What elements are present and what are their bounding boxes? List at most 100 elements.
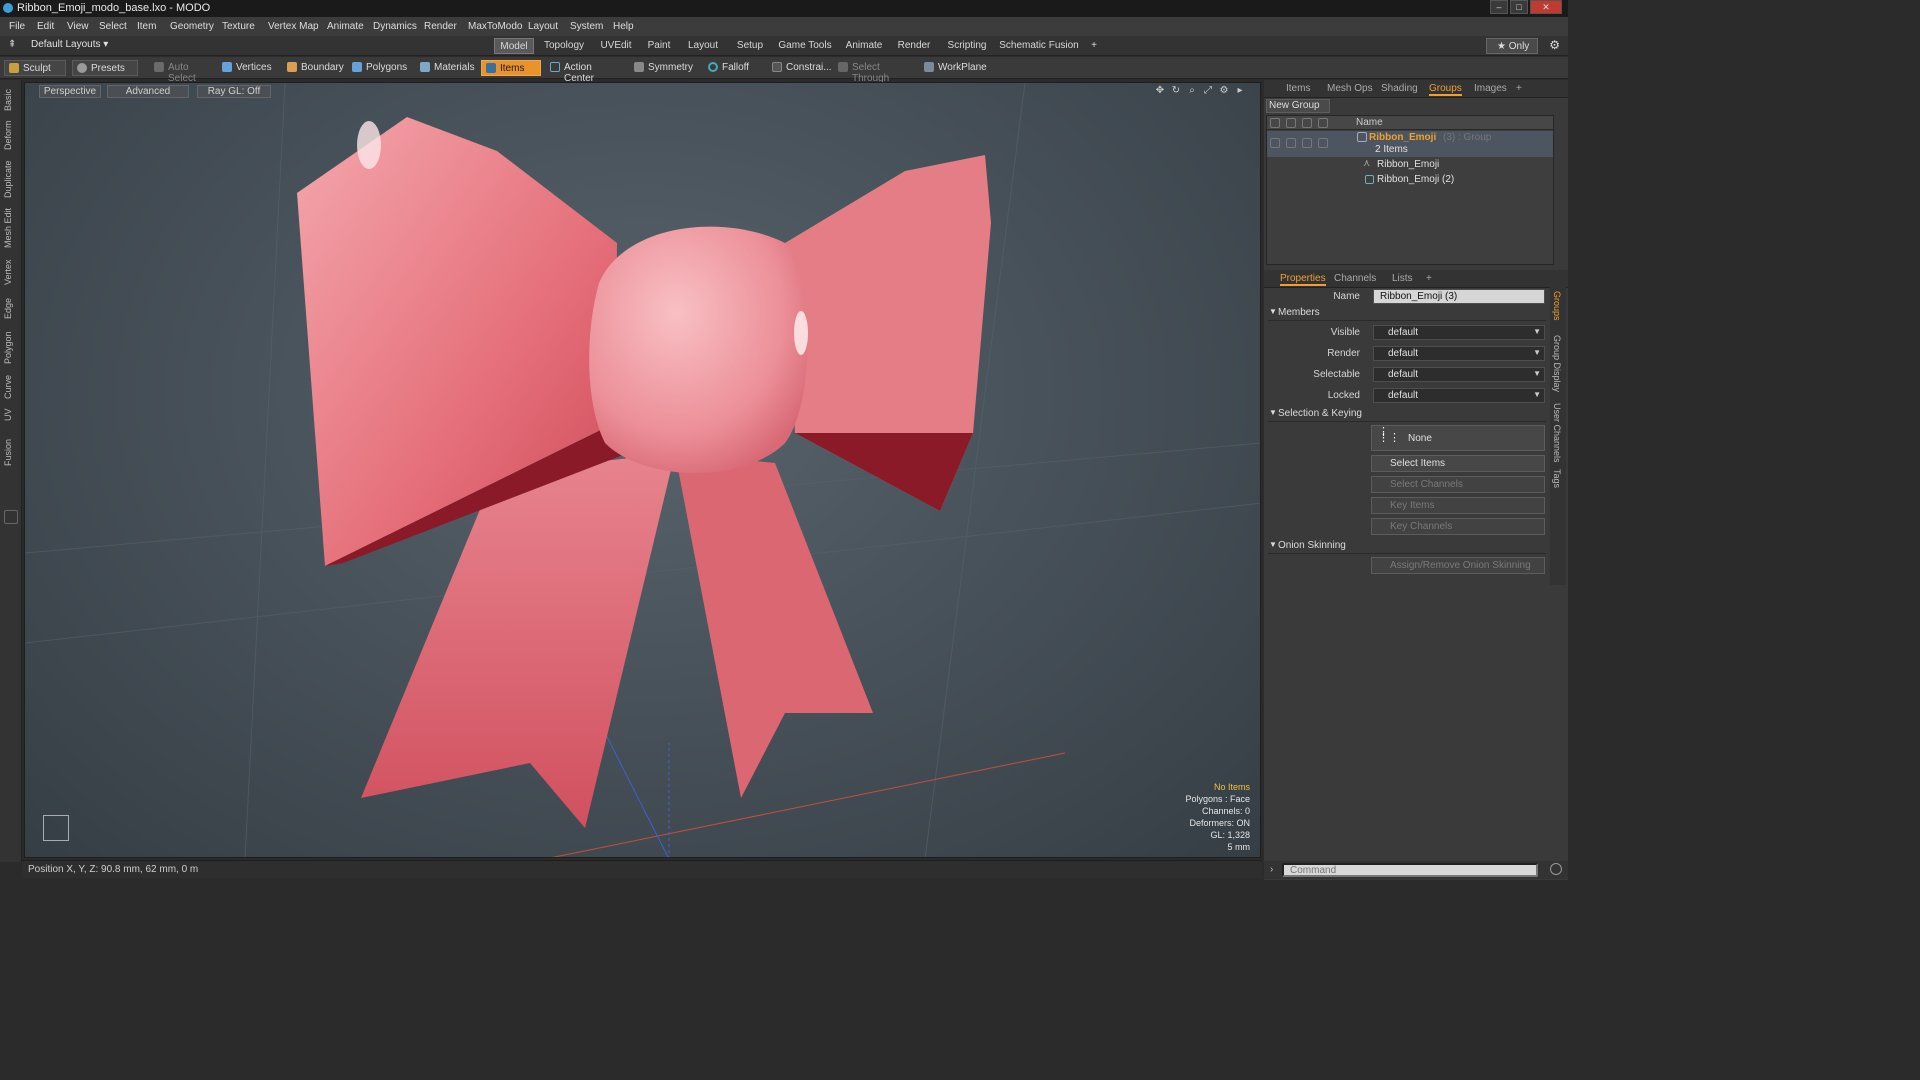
- minimize-button[interactable]: –: [1490, 0, 1508, 14]
- workplane-button[interactable]: WorkPlane: [920, 60, 987, 76]
- default-layouts-dropdown[interactable]: Default Layouts ▾: [31, 39, 108, 50]
- falloff-button[interactable]: Falloff: [704, 60, 754, 76]
- left-tab-uv[interactable]: UV: [3, 406, 19, 424]
- menu-animate[interactable]: Animate: [327, 21, 364, 32]
- menu-geometry[interactable]: Geometry: [170, 21, 214, 32]
- tab-images[interactable]: Images: [1474, 83, 1507, 94]
- eye-icon[interactable]: [1270, 138, 1280, 148]
- left-tab-curve[interactable]: Curve: [3, 372, 19, 402]
- tab-render[interactable]: Render: [894, 38, 934, 54]
- tab-paint[interactable]: Paint: [643, 38, 675, 54]
- menu-dynamics[interactable]: Dynamics: [373, 21, 417, 32]
- list-item[interactable]: Ribbon_Emoji (2): [1267, 173, 1553, 187]
- boundary-button[interactable]: Boundary: [283, 60, 345, 76]
- items-button[interactable]: Items: [481, 60, 541, 76]
- lock-column-icon[interactable]: [1318, 118, 1328, 128]
- name-column-header[interactable]: Name: [1356, 117, 1383, 128]
- menu-edit[interactable]: Edit: [37, 21, 54, 32]
- none-button[interactable]: ⋮ ⋮⋮ None: [1371, 425, 1545, 451]
- tab-add[interactable]: +: [1516, 83, 1522, 94]
- tab-uvedit[interactable]: UVEdit: [596, 38, 636, 54]
- menu-vertex-map[interactable]: Vertex Map: [268, 21, 319, 32]
- render-toggle-icon[interactable]: [1286, 138, 1296, 148]
- gear-icon[interactable]: ⚙: [1549, 38, 1560, 52]
- key-items-button[interactable]: Key Items: [1371, 497, 1545, 514]
- tab-add-properties[interactable]: +: [1426, 273, 1432, 284]
- side-tab-groups[interactable]: Groups: [1552, 291, 1562, 321]
- sculpt-button[interactable]: Sculpt: [4, 60, 66, 76]
- tab-animate[interactable]: Animate: [842, 38, 886, 54]
- tab-setup[interactable]: Setup: [732, 38, 768, 54]
- tab-layout[interactable]: Layout: [683, 38, 723, 54]
- left-tab-basic[interactable]: Basic: [3, 85, 19, 115]
- tab-shading[interactable]: Shading: [1381, 83, 1418, 94]
- key-channels-button[interactable]: Key Channels: [1371, 518, 1545, 535]
- menu-help[interactable]: Help: [613, 21, 634, 32]
- toggle-panel-icon[interactable]: [4, 510, 18, 524]
- menu-render[interactable]: Render: [424, 21, 457, 32]
- select-toggle-icon[interactable]: [1302, 138, 1312, 148]
- select-column-icon[interactable]: [1302, 118, 1312, 128]
- name-field[interactable]: Ribbon_Emoji (3): [1373, 289, 1545, 304]
- new-group-button[interactable]: New Group: [1266, 99, 1330, 113]
- side-tab-user-channels[interactable]: User Channels: [1552, 403, 1562, 463]
- menu-item[interactable]: Item: [137, 21, 156, 32]
- polygons-button[interactable]: Polygons: [348, 60, 410, 76]
- command-history-icon[interactable]: [1550, 863, 1562, 875]
- presets-button[interactable]: Presets: [72, 60, 138, 76]
- locked-dropdown[interactable]: default ▼: [1373, 388, 1545, 403]
- selection-keying-section[interactable]: ▼ Selection & Keying: [1268, 408, 1546, 422]
- side-tab-group-display[interactable]: Group Display: [1552, 335, 1562, 392]
- maximize-button[interactable]: □: [1510, 0, 1528, 14]
- visible-dropdown[interactable]: default ▼: [1373, 325, 1545, 340]
- tab-model[interactable]: Model: [494, 38, 534, 54]
- visibility-column-icon[interactable]: [1270, 118, 1280, 128]
- ribbon-bow-model[interactable]: [25, 83, 1261, 858]
- tab-schematic-fusion[interactable]: Schematic Fusion: [999, 38, 1079, 54]
- group-row[interactable]: Ribbon_Emoji (3) : Group 2 Items: [1267, 131, 1553, 157]
- left-tab-deform[interactable]: Deform: [3, 118, 19, 152]
- render-dropdown[interactable]: default ▼: [1373, 346, 1545, 361]
- tab-channels[interactable]: Channels: [1334, 273, 1376, 284]
- constraints-button[interactable]: Constrai...: [768, 60, 834, 76]
- command-input[interactable]: [1282, 863, 1538, 877]
- only-toggle[interactable]: ★ Only: [1486, 38, 1538, 54]
- layout-pin-icon[interactable]: ⇞: [8, 39, 16, 50]
- left-tab-vertex[interactable]: Vertex: [3, 256, 19, 288]
- tab-topology[interactable]: Topology: [540, 38, 588, 54]
- select-channels-button[interactable]: Select Channels: [1371, 476, 1545, 493]
- left-tab-edge[interactable]: Edge: [3, 294, 19, 322]
- add-tab-button[interactable]: +: [1087, 38, 1101, 54]
- selectable-dropdown[interactable]: default ▼: [1373, 367, 1545, 382]
- assign-onion-skinning-button[interactable]: Assign/Remove Onion Skinning: [1371, 557, 1545, 574]
- 3d-viewport[interactable]: Perspective Advanced Ray GL: Off ✥ ↻ ⌕ ⤢…: [24, 82, 1261, 858]
- tab-scripting[interactable]: Scripting: [942, 38, 992, 54]
- select-items-button[interactable]: Select Items: [1371, 455, 1545, 472]
- tab-properties[interactable]: Properties: [1280, 273, 1326, 286]
- tab-mesh-ops[interactable]: Mesh Ops: [1327, 83, 1373, 94]
- tab-items[interactable]: Items: [1286, 83, 1310, 94]
- render-column-icon[interactable]: [1286, 118, 1296, 128]
- left-tab-polygon[interactable]: Polygon: [3, 328, 19, 368]
- lock-toggle-icon[interactable]: [1318, 138, 1328, 148]
- materials-button[interactable]: Materials: [416, 60, 478, 76]
- menu-file[interactable]: File: [9, 21, 25, 32]
- close-button[interactable]: ✕: [1530, 0, 1562, 14]
- menu-system[interactable]: System: [570, 21, 603, 32]
- menu-view[interactable]: View: [67, 21, 89, 32]
- onion-skinning-section[interactable]: ▼ Onion Skinning: [1268, 540, 1546, 554]
- tab-game-tools[interactable]: Game Tools: [776, 38, 834, 54]
- menu-maxtomodo[interactable]: MaxToModo: [468, 21, 522, 32]
- vertices-button[interactable]: Vertices: [218, 60, 280, 76]
- action-center-button[interactable]: Action Center: [546, 60, 628, 84]
- side-tab-tags[interactable]: Tags: [1552, 469, 1562, 488]
- tab-lists[interactable]: Lists: [1392, 273, 1413, 284]
- symmetry-button[interactable]: Symmetry: [630, 60, 696, 76]
- list-item[interactable]: ⋏ Ribbon_Emoji: [1267, 158, 1553, 172]
- left-tab-duplicate[interactable]: Duplicate: [3, 158, 19, 200]
- menu-texture[interactable]: Texture: [222, 21, 255, 32]
- left-tab-mesh-edit[interactable]: Mesh Edit: [3, 206, 19, 250]
- auto-select-button[interactable]: Auto Select: [150, 60, 216, 84]
- select-through-button[interactable]: Select Through: [834, 60, 916, 84]
- menu-select[interactable]: Select: [99, 21, 127, 32]
